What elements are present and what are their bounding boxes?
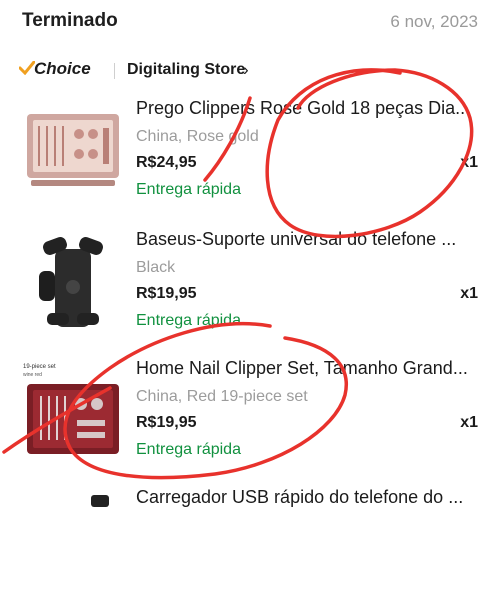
order-item-4[interactable]: Carregador USB rápido do telefone do ... bbox=[0, 487, 500, 607]
item-variant: Black bbox=[136, 259, 176, 276]
item-price: R$24,95 bbox=[136, 154, 197, 171]
nail-kit-rose-icon bbox=[27, 114, 119, 186]
item-quantity: x1 bbox=[460, 154, 478, 171]
item-variant: China, Rose gold bbox=[136, 128, 259, 145]
delivery-label: Entrega rápida bbox=[136, 441, 241, 458]
chevron-right-icon[interactable]: › bbox=[243, 60, 249, 80]
product-thumbnail[interactable]: 19-piece set wine red bbox=[21, 358, 125, 468]
item-title[interactable]: Carregador USB rápido do telefone do ... bbox=[136, 487, 476, 508]
item-quantity: x1 bbox=[460, 285, 478, 302]
order-status: Terminado bbox=[22, 10, 118, 31]
order-item-1[interactable]: Prego Clippers Rose Gold 18 peças Dia...… bbox=[0, 98, 500, 218]
item-title[interactable]: Prego Clippers Rose Gold 18 peças Dia... bbox=[136, 98, 476, 119]
order-header: Terminado 6 nov, 2023 bbox=[0, 0, 500, 44]
item-title[interactable]: Baseus-Suporte universal do telefone ... bbox=[136, 229, 476, 250]
charger-icon bbox=[91, 495, 109, 507]
thumb-subcaption: wine red bbox=[23, 372, 42, 378]
checkmark-icon bbox=[19, 61, 35, 75]
phone-holder-icon bbox=[39, 237, 103, 327]
delivery-label: Entrega rápida bbox=[136, 181, 241, 198]
item-price: R$19,95 bbox=[136, 285, 197, 302]
divider bbox=[114, 63, 115, 79]
item-variant: China, Red 19-piece set bbox=[136, 388, 308, 405]
store-row[interactable]: Choice Digitaling Store › bbox=[19, 58, 479, 84]
product-thumbnail[interactable] bbox=[21, 98, 125, 208]
order-item-2[interactable]: Baseus-Suporte universal do telefone ...… bbox=[0, 229, 500, 349]
order-date: 6 nov, 2023 bbox=[390, 12, 478, 31]
item-title[interactable]: Home Nail Clipper Set, Tamanho Grand... bbox=[136, 358, 476, 379]
item-quantity: x1 bbox=[460, 414, 478, 431]
item-price: R$19,95 bbox=[136, 414, 197, 431]
store-name[interactable]: Digitaling Store bbox=[127, 61, 245, 79]
order-item-3[interactable]: 19-piece set wine red Home Nail Clipper … bbox=[0, 358, 500, 478]
choice-badge: Choice bbox=[34, 59, 91, 78]
product-thumbnail[interactable] bbox=[21, 229, 125, 339]
product-thumbnail[interactable] bbox=[21, 487, 125, 597]
delivery-label: Entrega rápida bbox=[136, 312, 241, 329]
thumb-caption: 19-piece set bbox=[23, 364, 56, 370]
